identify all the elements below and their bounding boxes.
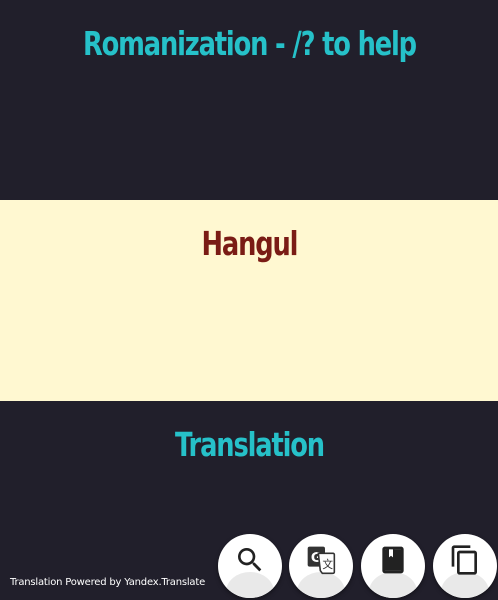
copy-button[interactable] xyxy=(433,534,497,598)
yandex-credit: Translation Powered by Yandex.Translate xyxy=(10,577,206,588)
dictionary-button[interactable] xyxy=(361,534,425,598)
copy-icon xyxy=(451,545,477,575)
search-button[interactable] xyxy=(218,534,282,598)
hangul-title: Hangul xyxy=(201,224,298,263)
translation-title: Translation xyxy=(174,425,325,464)
google-translate-icon: G 文 xyxy=(307,546,336,575)
search-icon xyxy=(238,548,262,572)
translate-button[interactable]: G 文 xyxy=(289,534,353,598)
romanization-section[interactable]: Romanization - /? to help xyxy=(0,0,498,200)
romanization-title: Romanization - /? to help xyxy=(82,24,417,63)
dictionary-book-icon xyxy=(382,546,404,574)
hangul-section[interactable]: Hangul xyxy=(0,200,498,401)
svg-text:文: 文 xyxy=(322,558,333,571)
